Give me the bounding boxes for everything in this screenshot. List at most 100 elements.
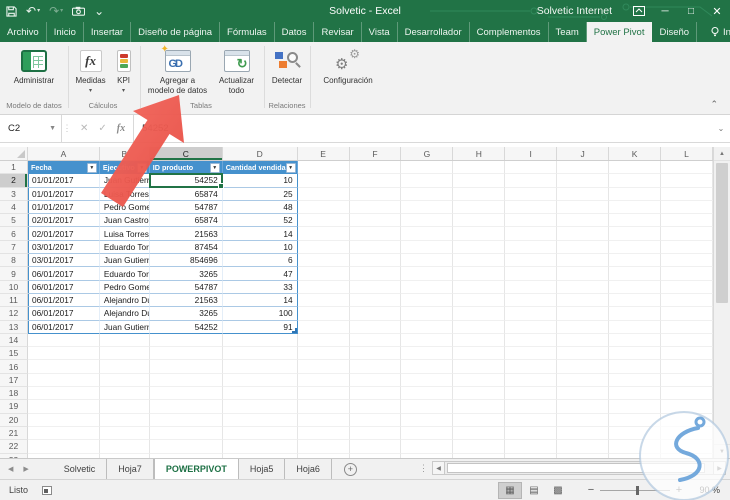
row-header-10[interactable]: 10	[0, 280, 28, 294]
zoom-slider[interactable]	[600, 485, 670, 495]
row-header-19[interactable]: 19	[0, 400, 28, 414]
cell-H10[interactable]	[453, 280, 506, 294]
cell-C17[interactable]	[149, 373, 223, 388]
cell-B9[interactable]: Eduardo Torres	[99, 267, 150, 281]
cell-J9[interactable]	[557, 267, 610, 281]
cell-J8[interactable]	[557, 254, 610, 268]
cell-C16[interactable]	[149, 360, 223, 374]
cell-L14[interactable]	[661, 333, 713, 348]
cell-C18[interactable]	[149, 387, 223, 401]
vertical-scroll-thumb[interactable]	[716, 163, 728, 303]
cell-G9[interactable]	[401, 267, 454, 281]
cell-A9[interactable]: 06/01/2017	[27, 267, 100, 281]
cell-I12[interactable]	[505, 307, 558, 321]
tab-desarrollador[interactable]: Desarrollador	[398, 22, 470, 42]
cell-C2[interactable]: 54252	[149, 174, 223, 188]
cell-B1[interactable]: Ejecutivo ▼	[99, 161, 150, 175]
cell-L5[interactable]	[661, 214, 713, 228]
medidas-button[interactable]: fx Medidas ▾	[75, 44, 106, 94]
cell-L2[interactable]	[661, 174, 713, 188]
cell-F20[interactable]	[349, 413, 402, 427]
cell-D16[interactable]	[222, 360, 298, 374]
sheet-nav-left-icon[interactable]: ◀	[8, 465, 13, 473]
column-header-L[interactable]: L	[661, 147, 713, 160]
cancel-icon[interactable]: ✕	[80, 123, 88, 134]
cell-L4[interactable]	[661, 200, 713, 215]
cell-E11[interactable]	[297, 293, 350, 308]
cell-C7[interactable]: 87454	[149, 240, 223, 255]
cell-B17[interactable]	[99, 373, 150, 388]
scroll-left-icon[interactable]: ◀	[432, 461, 445, 475]
minimize-button[interactable]: ─	[652, 0, 678, 22]
cell-H6[interactable]	[453, 227, 506, 241]
tab-power-pivot[interactable]: Power Pivot	[586, 22, 653, 42]
cell-J13[interactable]	[557, 320, 610, 334]
cell-I20[interactable]	[505, 413, 558, 427]
cell-D9[interactable]: 47	[222, 267, 298, 281]
cell-H16[interactable]	[453, 360, 506, 374]
cell-L20[interactable]	[661, 413, 713, 427]
cell-A15[interactable]	[27, 347, 100, 361]
cell-C13[interactable]: 54252	[149, 320, 223, 334]
cell-J15[interactable]	[557, 347, 610, 361]
column-header-E[interactable]: E	[298, 147, 350, 160]
cell-D13[interactable]: 91	[222, 320, 298, 334]
cell-J7[interactable]	[557, 240, 610, 255]
configuracion-button[interactable]: ⚙ ⚙ Configuración	[323, 44, 372, 86]
cell-J4[interactable]	[557, 200, 610, 215]
cell-K22[interactable]	[609, 440, 662, 454]
cell-A11[interactable]: 06/01/2017	[27, 293, 100, 308]
zoom-slider-thumb[interactable]	[636, 485, 639, 495]
cell-B21[interactable]	[99, 426, 150, 441]
cell-C22[interactable]	[149, 440, 223, 454]
cell-C14[interactable]	[149, 333, 223, 348]
cell-B16[interactable]	[99, 360, 150, 374]
cell-E15[interactable]	[297, 347, 350, 361]
cell-J3[interactable]	[557, 187, 610, 201]
filter-button[interactable]: ▼	[285, 162, 296, 173]
cell-J14[interactable]	[557, 333, 610, 348]
cell-K14[interactable]	[609, 333, 662, 348]
insert-function-icon[interactable]: fx	[117, 123, 125, 134]
cell-B7[interactable]: Eduardo Torres	[99, 240, 150, 255]
column-header-J[interactable]: J	[557, 147, 610, 160]
cell-I15[interactable]	[505, 347, 558, 361]
cell-D18[interactable]	[222, 387, 298, 401]
cell-J1[interactable]	[557, 161, 610, 175]
tab-datos[interactable]: Datos	[275, 22, 315, 42]
cell-B20[interactable]	[99, 413, 150, 427]
row-header-5[interactable]: 5	[0, 214, 28, 228]
formula-input[interactable]: 54252	[134, 115, 712, 142]
page-break-view-button[interactable]: ▩	[546, 482, 570, 499]
cell-H19[interactable]	[453, 400, 506, 414]
cell-D4[interactable]: 48	[222, 200, 298, 215]
cell-H17[interactable]	[453, 373, 506, 388]
row-header-11[interactable]: 11	[0, 293, 28, 308]
cell-F21[interactable]	[349, 426, 402, 441]
cell-D21[interactable]	[222, 426, 298, 441]
kpi-button[interactable]: KPI ▾	[116, 44, 131, 94]
cell-C20[interactable]	[149, 413, 223, 427]
cell-C6[interactable]: 21563	[149, 227, 223, 241]
cell-K5[interactable]	[609, 214, 662, 228]
cell-B5[interactable]: Juan Castro	[99, 214, 150, 228]
cell-B6[interactable]: Luisa Torres	[99, 227, 150, 241]
cell-H18[interactable]	[453, 387, 506, 401]
cell-E5[interactable]	[297, 214, 350, 228]
horizontal-scrollbar[interactable]: ⋮ ◀ ▶	[419, 461, 726, 475]
cell-B8[interactable]: Juan Gutierrez	[99, 254, 150, 268]
cell-D1[interactable]: Cantidad vendida ▼	[222, 161, 298, 175]
cell-C9[interactable]: 3265	[149, 267, 223, 281]
cell-L1[interactable]	[661, 161, 713, 175]
cell-F17[interactable]	[349, 373, 402, 388]
cell-G10[interactable]	[401, 280, 454, 294]
cell-L10[interactable]	[661, 280, 713, 294]
cell-G3[interactable]	[401, 187, 454, 201]
detectar-button[interactable]: Detectar	[272, 44, 302, 86]
cell-F13[interactable]	[349, 320, 402, 334]
cell-G8[interactable]	[401, 254, 454, 268]
undo-button[interactable]: ↶ ▾	[26, 5, 40, 17]
cell-J5[interactable]	[557, 214, 610, 228]
cell-D15[interactable]	[222, 347, 298, 361]
cell-A13[interactable]: 06/01/2017	[27, 320, 100, 334]
